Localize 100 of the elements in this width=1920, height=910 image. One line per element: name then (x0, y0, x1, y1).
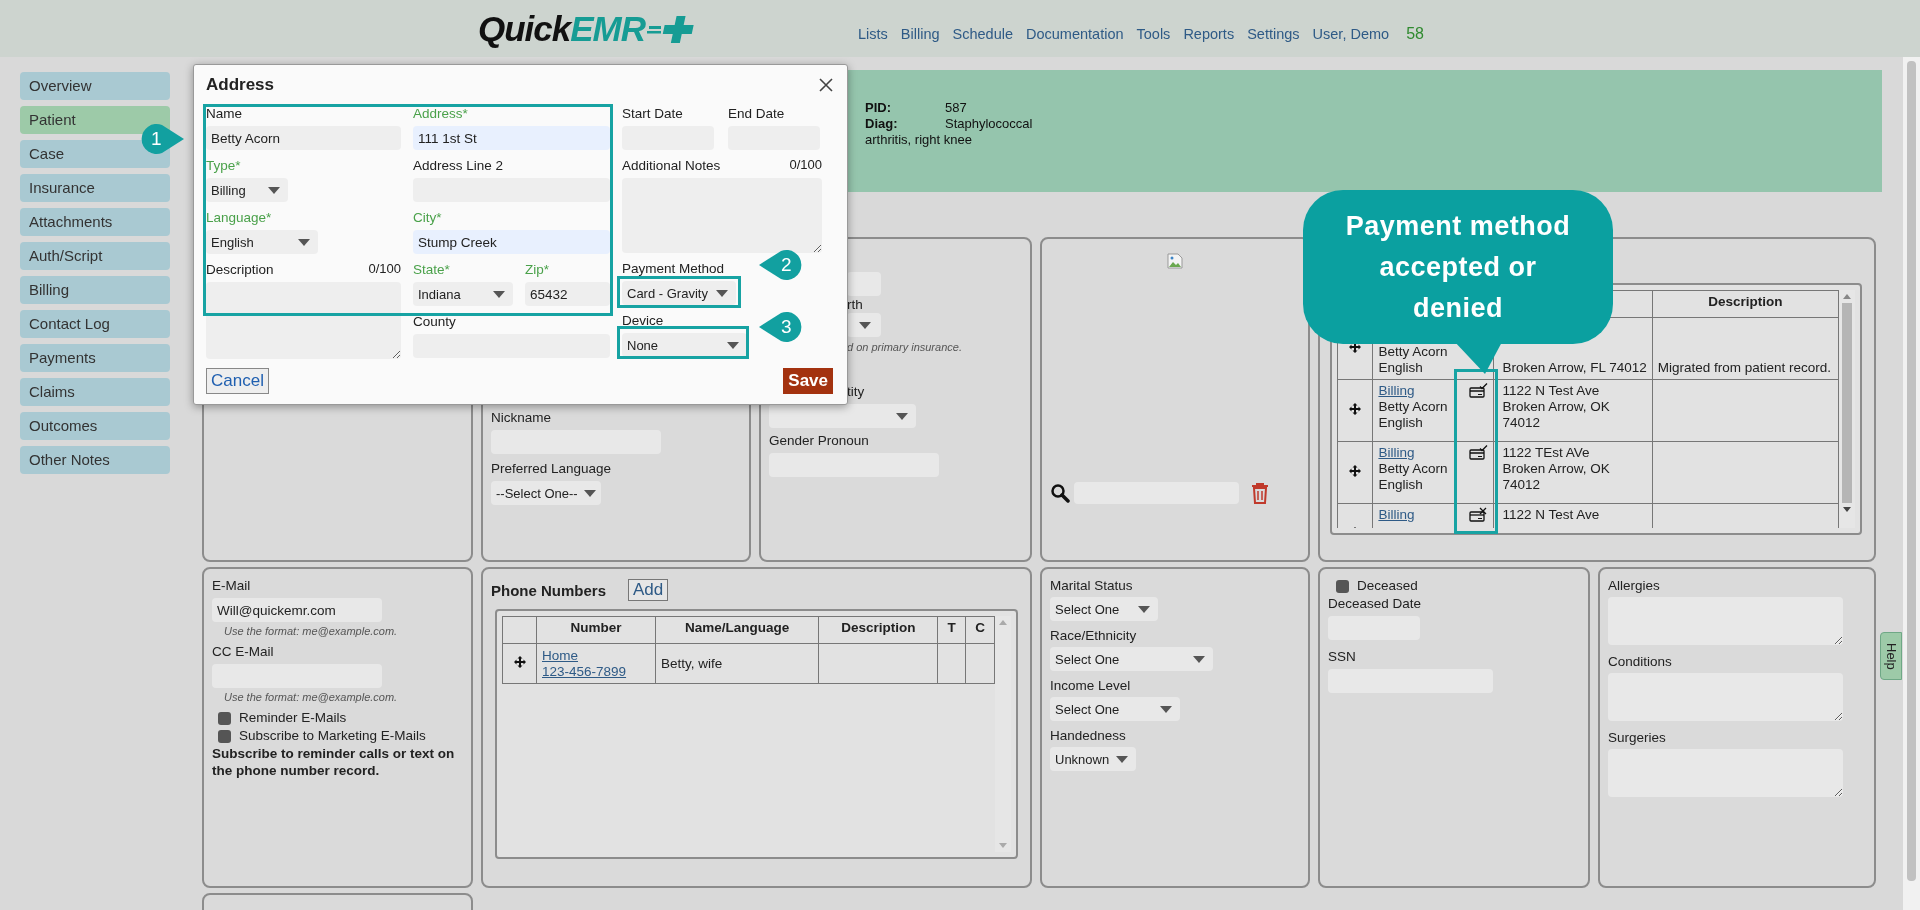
city-field[interactable]: Stump Creek (413, 230, 610, 254)
hint-text: Use the format: me@example.com. (224, 625, 398, 637)
sidebar-item[interactable]: Payments (20, 344, 170, 372)
field-label: Type* (206, 157, 241, 174)
field-label: Address* (413, 105, 468, 122)
scroll-up-icon[interactable] (999, 620, 1007, 625)
scroll-down-icon[interactable] (1843, 507, 1851, 512)
caret-icon (859, 321, 871, 329)
caret-icon (1116, 755, 1128, 763)
text-field[interactable] (847, 272, 881, 296)
field-label: Payment Method (622, 260, 725, 277)
dropdown[interactable]: Select One (1050, 697, 1180, 721)
address-type-link[interactable]: Billing (1378, 383, 1415, 398)
nav-link[interactable]: Documentation (1026, 25, 1124, 42)
caret-icon (727, 341, 739, 349)
language-dropdown[interactable]: --Select One-- (491, 481, 601, 505)
description-area[interactable] (206, 282, 401, 359)
trash-icon[interactable] (1251, 482, 1269, 504)
dropdown[interactable] (847, 313, 881, 337)
cancel-button[interactable]: Cancel (206, 368, 269, 394)
field-label: Marital Status (1050, 577, 1133, 594)
save-button[interactable]: Save (783, 368, 833, 394)
section-title: Phone Numbers (491, 581, 607, 599)
scroll-up-icon[interactable] (1843, 294, 1851, 299)
nav-link[interactable]: User, Demo (1312, 25, 1390, 42)
address-type-link[interactable]: Billing (1378, 445, 1415, 460)
address-field[interactable]: 111 1st St (413, 126, 610, 150)
sidebar-item[interactable]: Attachments (20, 208, 170, 236)
dropdown[interactable]: Select One (1050, 597, 1158, 621)
move-icon[interactable] (1349, 464, 1362, 477)
field-value: arthritis, right knee (865, 132, 973, 148)
text-area[interactable] (1608, 673, 1843, 721)
sidebar-item[interactable]: Contact Log (20, 310, 170, 338)
nav-link[interactable]: Billing (900, 25, 940, 42)
add-button[interactable]: Add (628, 579, 669, 601)
sidebar-item[interactable]: Outcomes (20, 412, 170, 440)
checkbox[interactable] (218, 729, 231, 743)
column-header: Description (1652, 290, 1839, 318)
checkbox-label: Subscribe to Marketing E-Mails (239, 727, 426, 745)
field-label: City* (413, 209, 442, 226)
text-area[interactable] (1608, 597, 1843, 645)
sidebar-item[interactable]: Other Notes (20, 446, 170, 474)
logo: QuickEMR (478, 8, 858, 49)
nav-link[interactable]: Lists (858, 25, 888, 42)
zip-field[interactable]: 65432 (525, 282, 610, 306)
field-label: Start Date (622, 105, 683, 122)
phone-number-link[interactable]: 123-456-7899 (542, 663, 627, 679)
help-tab[interactable]: Help (1880, 632, 1902, 680)
column-header: C (965, 616, 995, 644)
search-icon[interactable] (1050, 483, 1070, 503)
table-cell-text: 74012 (1502, 415, 1541, 431)
field-label: Race/Ethnicity (1050, 627, 1137, 644)
text-area[interactable] (1608, 749, 1843, 797)
close-icon[interactable] (819, 78, 833, 92)
nav-link[interactable]: Tools (1136, 25, 1171, 42)
field-label: Conditions (1608, 653, 1672, 670)
state-dropdown[interactable]: Indiana (413, 282, 513, 306)
field-label: County (413, 313, 456, 330)
sidebar-item[interactable]: Billing (20, 276, 170, 304)
sidebar-item[interactable]: Insurance (20, 174, 170, 202)
nav-link[interactable]: Schedule (952, 25, 1013, 42)
table-cell-text: 1122 TEst AVe (1502, 445, 1591, 461)
field-label: Device (622, 312, 664, 329)
field-label: Handedness (1050, 727, 1126, 744)
field-value: Staphylococcal (945, 116, 1033, 132)
address-type-link[interactable]: Billing (1378, 507, 1415, 522)
scrollbar[interactable] (1903, 57, 1920, 910)
field-label: Name (206, 105, 242, 122)
scrollbar[interactable] (1839, 290, 1855, 528)
device-dropdown[interactable]: None (622, 333, 747, 357)
checkbox[interactable] (218, 711, 231, 725)
field-label: SSN (1328, 648, 1356, 665)
dropdown[interactable]: Unknown (1050, 747, 1136, 771)
table-cell-text: 1122 N Test Ave (1502, 507, 1601, 523)
email-field[interactable]: Will@quickemr.com (212, 598, 382, 622)
checkbox[interactable] (1336, 579, 1349, 593)
phone-type-link[interactable]: Home (542, 647, 578, 663)
sidebar-item[interactable]: Overview (20, 72, 170, 100)
notes-area[interactable] (622, 178, 822, 253)
sidebar-item[interactable]: Auth/Script (20, 242, 170, 270)
table-cell-text: English (1378, 477, 1424, 493)
field-label: Zip* (525, 261, 549, 278)
type-dropdown[interactable]: Billing (206, 178, 288, 202)
field-label: State* (413, 261, 450, 278)
nav-link[interactable]: Settings (1247, 25, 1300, 42)
move-icon[interactable] (1349, 402, 1362, 415)
caret-icon (716, 289, 728, 297)
name-field[interactable]: Betty Acorn (206, 126, 401, 150)
nav-link[interactable]: Reports (1183, 25, 1235, 42)
address-field[interactable] (413, 178, 610, 202)
field-label: PID: (865, 100, 892, 116)
payment-method-dropdown[interactable]: Card - Gravity (622, 281, 736, 305)
scrollbar[interactable] (995, 616, 1011, 852)
checkbox-label: Deceased (1357, 577, 1418, 595)
field-label: Surgeries (1608, 729, 1666, 746)
caret-icon (1138, 605, 1150, 613)
language-dropdown[interactable]: English (206, 230, 318, 254)
sidebar-item[interactable]: Claims (20, 378, 170, 406)
move-icon[interactable] (513, 655, 526, 668)
dropdown[interactable]: Select One (1050, 647, 1213, 671)
